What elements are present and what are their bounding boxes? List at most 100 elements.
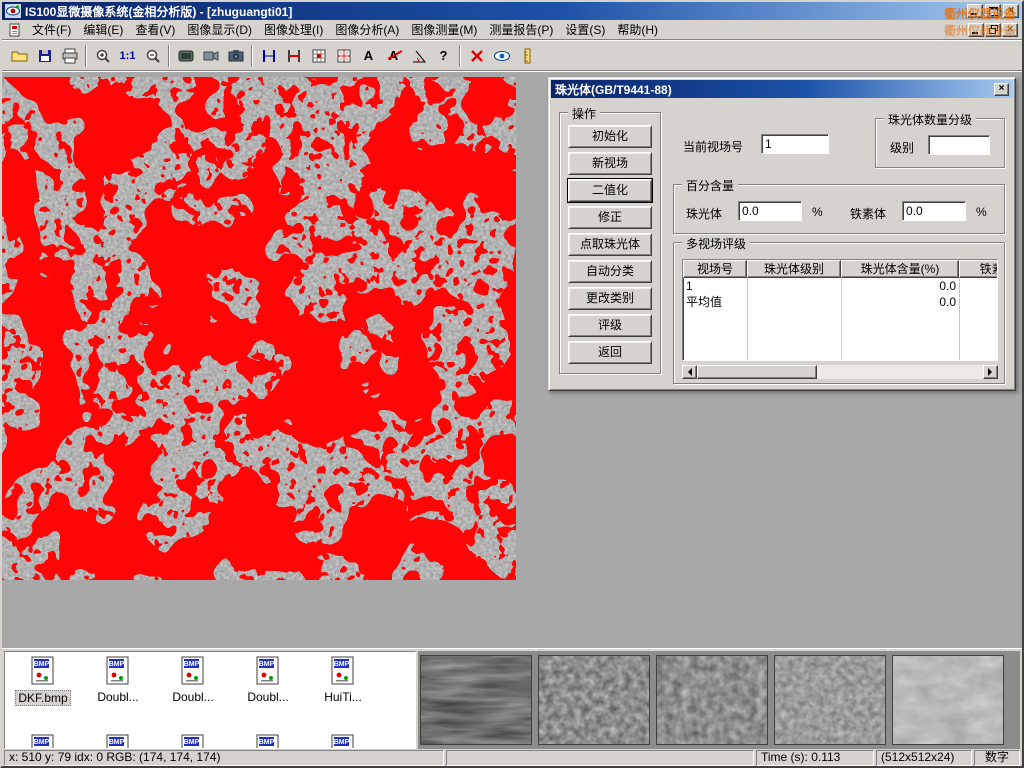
menu-settings[interactable]: 设置(S) [559,19,611,40]
open-button[interactable] [7,43,32,68]
file-item-partial[interactable]: BMP [307,734,379,749]
child-close-button[interactable]: × [1002,23,1018,37]
minimize-button[interactable] [967,4,983,18]
preview-thumbnail[interactable] [656,655,768,745]
auto-classify-button[interactable]: 自动分类 [568,260,652,283]
scroll-right-button[interactable] [983,365,998,379]
actual-size-button[interactable]: 1:1 [115,43,140,68]
file-name: HuiTi... [322,690,364,704]
close-button[interactable]: × [1003,4,1019,18]
menu-image-display[interactable]: 图像显示(D) [181,19,258,40]
file-name: DKF.bmp [15,690,70,706]
save-button[interactable] [32,43,57,68]
ferrite-percent-input[interactable] [902,201,966,221]
file-item[interactable]: BMP Doubl... [82,656,154,704]
preview-thumbnail[interactable] [892,655,1004,745]
bmp-file-icon: BMP [180,734,206,749]
ruler-button[interactable] [514,43,539,68]
correct-button[interactable]: 修正 [568,206,652,229]
return-button[interactable]: 返回 [568,341,652,364]
new-field-button[interactable]: 新视场 [568,152,652,175]
eye-preview-button[interactable] [489,43,514,68]
col-grade[interactable]: 珠光体级别 [747,260,841,278]
video-button[interactable] [198,43,223,68]
grid-measure-button[interactable] [306,43,331,68]
text-delete-button[interactable]: A [381,43,406,68]
svg-text:BMP: BMP [34,661,50,668]
pearlite-percent-input[interactable] [738,201,802,221]
grid-cross-button[interactable] [331,43,356,68]
help-button[interactable]: ? [431,43,456,68]
file-item-partial[interactable]: BMP [82,734,154,749]
cell-ferrite [959,278,998,294]
minimize-icon [972,26,980,34]
caliper-red-button[interactable] [281,43,306,68]
file-browser-panel: BMP DKF.bmp BMP Doubl... BMP Doubl... BM… [2,648,1022,750]
bmp-file-icon: BMP [255,734,281,749]
title-bar: IS100显微摄像系统(金相分析版) - [zhuguangti01] × [2,2,1022,20]
svg-text:BMP: BMP [334,739,350,746]
table-row[interactable]: 1 0.0 [683,278,997,294]
maximize-button[interactable] [985,4,1001,18]
svg-text:BMP: BMP [184,661,200,668]
file-item[interactable]: BMP DKF.bmp [7,656,79,706]
multi-field-group-label: 多视场评级 [682,235,750,252]
current-field-input[interactable] [761,134,829,154]
toolbar-separator [85,45,87,67]
scroll-left-button[interactable] [682,365,697,379]
menu-view[interactable]: 查看(V) [129,19,181,40]
menu-image-processing[interactable]: 图像处理(I) [258,19,329,40]
menu-image-analysis[interactable]: 图像分析(A) [329,19,405,40]
text-label-button[interactable]: A [356,43,381,68]
caliper-button[interactable] [256,43,281,68]
delete-measure-button[interactable] [464,43,489,68]
file-item[interactable]: BMP Doubl... [232,656,304,704]
dialog-close-button[interactable]: × [994,83,1009,96]
capture-window-icon [178,48,194,64]
grade-button[interactable]: 评级 [568,314,652,337]
cursor-coords-status: x: 510 y: 79 idx: 0 RGB: (174, 174, 174) [4,750,444,766]
pick-pearlite-button[interactable]: 点取珠光体 [568,233,652,256]
change-class-button[interactable]: 更改类别 [568,287,652,310]
menu-measure-report[interactable]: 测量报告(P) [483,19,559,40]
zoom-in-button[interactable] [90,43,115,68]
init-button[interactable]: 初始化 [568,125,652,148]
micrograph-image[interactable] [2,77,516,580]
level-input[interactable] [928,135,990,155]
level-label: 级别 [890,139,914,156]
file-item[interactable]: BMP Doubl... [157,656,229,704]
file-item-partial[interactable]: BMP [157,734,229,749]
preview-thumbnail[interactable] [774,655,886,745]
file-name: Doubl... [95,690,140,704]
preview-thumbnail[interactable] [420,655,532,745]
time-status: Time (s): 0.113 [756,750,874,766]
preview-thumbnail[interactable] [538,655,650,745]
zoom-in-icon [95,48,111,64]
dialog-title-bar[interactable]: 珠光体(GB/T9441-88) × [551,80,1013,98]
menu-image-measure[interactable]: 图像测量(M) [405,19,483,40]
angle-measure-button[interactable] [406,43,431,68]
capture-button[interactable] [173,43,198,68]
menu-help[interactable]: 帮助(H) [611,19,664,40]
table-row[interactable]: 平均值 0.0 [683,294,997,310]
child-restore-button[interactable] [985,23,1001,37]
menu-bar: 文件(F) 编辑(E) 查看(V) 图像显示(D) 图像处理(I) 图像分析(A… [2,20,1022,40]
col-pearlite[interactable]: 珠光体含量(%) [841,260,959,278]
file-item[interactable]: BMP HuiTi... [307,656,379,704]
col-ferrite[interactable]: 铁素体含量(%) [959,260,998,278]
bmp-file-icon: BMP [330,734,356,749]
file-item-partial[interactable]: BMP [232,734,304,749]
scrollbar-thumb[interactable] [697,365,817,379]
col-field[interactable]: 视场号 [683,260,747,278]
menu-file[interactable]: 文件(F) [26,19,77,40]
zoom-out-button[interactable] [140,43,165,68]
window-title: IS100显微摄像系统(金相分析版) - [zhuguangti01] [25,3,292,20]
binarize-button[interactable]: 二值化 [568,179,652,202]
child-minimize-button[interactable] [968,23,984,37]
print-button[interactable] [57,43,82,68]
file-item-partial[interactable]: BMP [7,734,79,749]
pearlite-label: 珠光体 [686,205,722,222]
ferrite-label: 铁素体 [850,205,886,222]
menu-edit[interactable]: 编辑(E) [77,19,129,40]
camera-button[interactable] [223,43,248,68]
